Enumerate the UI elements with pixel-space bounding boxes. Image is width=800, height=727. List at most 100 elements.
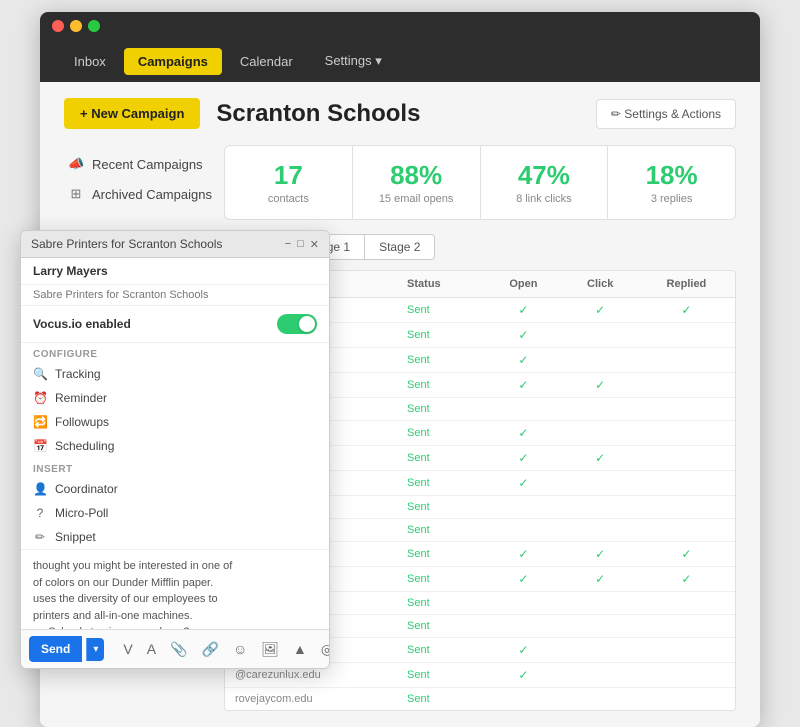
compose-modal: Sabre Printers for Scranton Schools − □ …: [20, 230, 330, 669]
stat-clicks-value: 47%: [491, 160, 598, 191]
cell-status: Sent: [397, 421, 484, 446]
cell-click: ✓: [563, 567, 638, 592]
cell-click: [563, 592, 638, 615]
cell-click: [563, 398, 638, 421]
menu-micropoll[interactable]: ? Micro-Poll: [21, 501, 329, 525]
menu-snippet[interactable]: ✏ Snippet: [21, 525, 329, 549]
nav-inbox[interactable]: Inbox: [60, 48, 120, 75]
cell-replied: [638, 373, 735, 398]
cell-status: Sent: [397, 519, 484, 542]
scheduling-label: Scheduling: [55, 439, 114, 453]
cell-status: Sent: [397, 542, 484, 567]
cell-status: Sent: [397, 592, 484, 615]
menu-coordinator[interactable]: 👤 Coordinator: [21, 477, 329, 501]
toolbar-attach-icon[interactable]: 📎: [165, 638, 192, 661]
col-status: Status: [397, 271, 484, 298]
cell-replied: [638, 615, 735, 638]
cell-status: Sent: [397, 471, 484, 496]
cell-status: Sent: [397, 373, 484, 398]
toolbar-vocus-icon[interactable]: V: [118, 638, 137, 660]
vocus-toggle[interactable]: [277, 314, 317, 334]
stat-contacts: 17 contacts: [225, 146, 353, 219]
stat-clicks: 47% 8 link clicks: [481, 146, 609, 219]
cell-replied: [638, 446, 735, 471]
cell-open: ✓: [484, 638, 562, 663]
stat-contacts-value: 17: [235, 160, 342, 191]
minimize-dot[interactable]: [70, 20, 82, 32]
cell-status: Sent: [397, 688, 484, 711]
toolbar-link-icon[interactable]: 🔗: [197, 638, 224, 661]
cell-replied: [638, 496, 735, 519]
nav-settings[interactable]: Settings ▾: [311, 47, 396, 75]
reminder-icon: ⏰: [33, 391, 47, 405]
cell-replied: [638, 421, 735, 446]
cell-open: ✓: [484, 663, 562, 688]
cell-status: Sent: [397, 398, 484, 421]
stat-clicks-label: 8 link clicks: [491, 193, 598, 205]
cell-replied: ✓: [638, 542, 735, 567]
coordinator-label: Coordinator: [55, 482, 118, 496]
nav-campaigns[interactable]: Campaigns: [124, 48, 222, 75]
menu-followups[interactable]: 🔁 Followups: [21, 410, 329, 434]
table-row[interactable]: rovejaycom.edu Sent: [225, 688, 735, 711]
send-dropdown-button[interactable]: ▾: [86, 638, 104, 661]
cell-open: ✓: [484, 421, 562, 446]
stat-opens-value: 88%: [363, 160, 470, 191]
stat-contacts-label: contacts: [235, 193, 342, 205]
modal-from: Sabre Printers for Scranton Schools: [21, 285, 329, 306]
top-left: + New Campaign Scranton Schools: [64, 98, 420, 129]
followups-label: Followups: [55, 415, 109, 429]
send-button[interactable]: Send: [29, 636, 82, 662]
col-replied: Replied: [638, 271, 735, 298]
cell-status: Sent: [397, 615, 484, 638]
main-nav: Inbox Campaigns Calendar Settings ▾: [40, 40, 760, 82]
cell-click: [563, 638, 638, 663]
configure-section-label: CONFIGURE: [21, 343, 329, 362]
tracking-icon: 🔍: [33, 367, 47, 381]
settings-actions-button[interactable]: ✏ Settings & Actions: [596, 99, 736, 129]
titlebar: [40, 12, 760, 40]
page-title: Scranton Schools: [216, 100, 420, 128]
toolbar-drive-icon[interactable]: ▲: [288, 638, 312, 660]
cell-click: [563, 496, 638, 519]
nav-calendar[interactable]: Calendar: [226, 48, 307, 75]
reminder-label: Reminder: [55, 391, 107, 405]
stat-replies-value: 18%: [618, 160, 725, 191]
cell-open: [484, 519, 562, 542]
maximize-dot[interactable]: [88, 20, 100, 32]
megaphone-icon: 📣: [68, 156, 84, 172]
stats-row: 17 contacts 88% 15 email opens 47% 8 lin…: [224, 145, 736, 220]
sidebar-recent-campaigns[interactable]: 📣 Recent Campaigns: [64, 149, 224, 179]
toolbar-emoji-icon[interactable]: ☺: [228, 638, 252, 660]
menu-reminder[interactable]: ⏰ Reminder: [21, 386, 329, 410]
cell-click: ✓: [563, 446, 638, 471]
cell-open: ✓: [484, 471, 562, 496]
restore-icon[interactable]: □: [297, 238, 304, 251]
modal-close-icon[interactable]: ✕: [310, 238, 319, 251]
email-toolbar: Send ▾ V A 📎 🔗 ☺ 🖼 ▲ ◎ 🔧: [21, 629, 329, 668]
menu-tracking[interactable]: 🔍 Tracking: [21, 362, 329, 386]
toolbar-font-icon[interactable]: A: [142, 638, 161, 660]
cell-open: ✓: [484, 323, 562, 348]
cell-open: [484, 592, 562, 615]
cell-replied: [638, 663, 735, 688]
sidebar-archived-campaigns[interactable]: ⊞ Archived Campaigns: [64, 179, 224, 209]
close-dot[interactable]: [52, 20, 64, 32]
modal-header-actions: − □ ✕: [285, 238, 319, 251]
toolbar-image-icon[interactable]: 🖼: [256, 638, 284, 661]
email-body[interactable]: thought you might be interested in one o…: [21, 549, 329, 629]
cell-status: Sent: [397, 567, 484, 592]
minimize-icon[interactable]: −: [285, 238, 291, 251]
tab-stage2[interactable]: Stage 2: [365, 234, 435, 260]
toolbar-more1-icon[interactable]: ◎: [316, 638, 330, 661]
stat-replies-label: 3 replies: [618, 193, 725, 205]
cell-replied: [638, 638, 735, 663]
cell-click: ✓: [563, 373, 638, 398]
vocus-row: Vocus.io enabled: [21, 306, 329, 343]
cell-open: ✓: [484, 446, 562, 471]
new-campaign-button[interactable]: + New Campaign: [64, 98, 200, 129]
cell-replied: [638, 592, 735, 615]
modal-title: Sabre Printers for Scranton Schools: [31, 237, 222, 251]
col-click: Click: [563, 271, 638, 298]
menu-scheduling[interactable]: 📅 Scheduling: [21, 434, 329, 458]
